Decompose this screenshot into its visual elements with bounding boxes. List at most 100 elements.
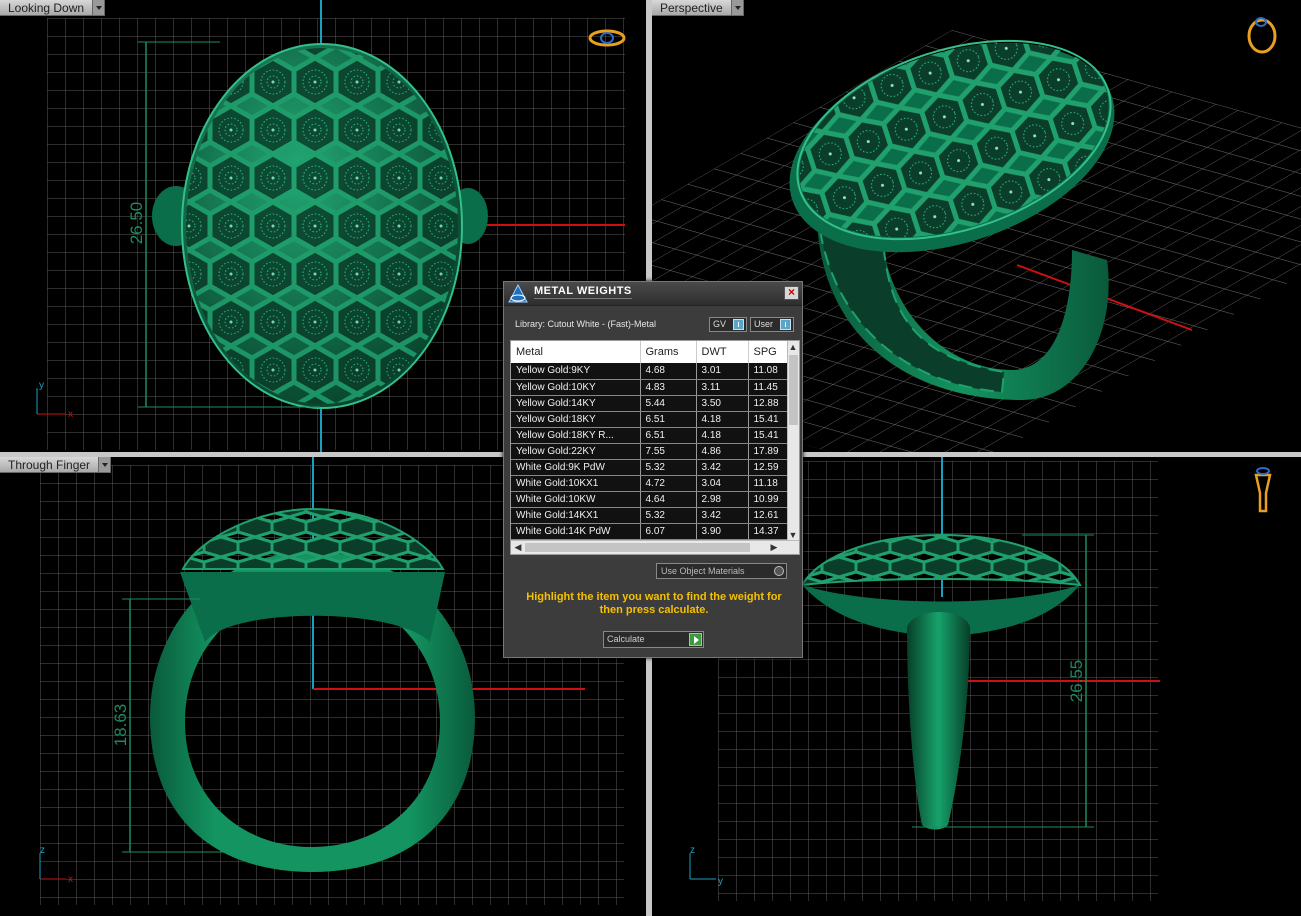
table-row[interactable]: White Gold:9K PdW 5.32 3.42 12.59 [511,459,789,476]
grams-cell: 6.51 [640,411,697,428]
ring-side-view-icon[interactable] [1254,467,1272,513]
column-header-grams[interactable]: Grams [640,341,697,363]
grams-cell: 5.32 [640,507,697,524]
dwt-cell: 3.90 [696,523,749,540]
viewport-menu-perspective[interactable]: Perspective [652,0,744,16]
table-row[interactable]: Yellow Gold:9KY 4.68 3.01 11.08 [511,363,789,380]
dwt-cell: 4.18 [696,411,749,428]
calculate-button[interactable]: Calculate [603,631,704,648]
play-icon [689,633,702,646]
spg-cell: 14.37 [748,523,789,540]
table-row[interactable]: Yellow Gold:18KY R... 6.51 4.18 15.41 [511,427,789,444]
column-header-spg[interactable]: SPG [748,341,789,363]
grams-cell: 6.51 [640,427,697,444]
axis-gizmo-z-label: z [40,845,45,856]
toggle-icon [733,319,744,330]
table-row[interactable]: Yellow Gold:10KY 4.83 3.11 11.45 [511,379,789,396]
spg-cell: 15.41 [748,411,789,428]
table-row[interactable]: White Gold:14KX1 5.32 3.42 12.61 [511,507,789,524]
close-icon: × [787,285,795,299]
metal-cell: White Gold:10KW [511,491,641,508]
viewport-menu-through-finger[interactable]: Through Finger [0,457,112,473]
metal-cell: Yellow Gold:10KY [511,379,641,396]
user-toggle[interactable]: User [750,317,794,332]
dwt-cell: 4.18 [696,427,749,444]
spg-cell: 12.59 [748,459,789,476]
grams-cell: 4.68 [640,363,697,380]
dwt-cell: 3.01 [696,363,749,380]
table-row[interactable]: White Gold:14K PdW 6.07 3.90 14.37 [511,523,789,540]
column-header-dwt[interactable]: DWT [696,341,749,363]
use-object-materials-label: Use Object Materials [661,566,745,576]
dialog-title: METAL WEIGHTS [534,285,632,299]
metal-cell: Yellow Gold:18KY R... [511,427,641,444]
gv-toggle[interactable]: GV [709,317,747,332]
grams-cell: 5.44 [640,395,697,412]
table-row[interactable]: Yellow Gold:22KY 7.55 4.86 17.89 [511,443,789,460]
spg-cell: 10.99 [748,491,789,508]
scroll-right-icon[interactable]: ▶ [769,542,779,552]
table-row[interactable]: White Gold:10KW 4.64 2.98 10.99 [511,491,789,508]
table-row[interactable]: Yellow Gold:18KY 6.51 4.18 15.41 [511,411,789,428]
metal-cell: Yellow Gold:14KY [511,395,641,412]
grams-cell: 4.83 [640,379,697,396]
user-label: User [754,319,774,329]
axis-gizmo-z-label: z [690,845,695,856]
hex-pattern [186,48,458,404]
spg-cell: 15.41 [748,427,789,444]
dwt-cell: 3.50 [696,395,749,412]
scroll-thumb[interactable] [789,355,798,425]
metal-cell: Yellow Gold:18KY [511,411,641,428]
table-row[interactable]: Yellow Gold:14KY 5.44 3.50 12.88 [511,395,789,412]
axis-gizmo-x-label: x [68,874,73,885]
metal-cell: Yellow Gold:9KY [511,363,641,380]
ring-perspective-icon[interactable] [1247,17,1277,54]
spg-cell: 11.18 [748,475,789,492]
calculate-label: Calculate [607,634,645,644]
chevron-down-icon[interactable] [730,0,743,15]
metal-cell: Yellow Gold:22KY [511,443,641,460]
dwt-cell: 3.11 [696,379,749,396]
dwt-cell: 3.42 [696,507,749,524]
spg-cell: 12.88 [748,395,789,412]
use-object-materials-toggle[interactable]: Use Object Materials [656,563,787,579]
metal-cell: White Gold:14K PdW [511,523,641,540]
grams-cell: 6.07 [640,523,697,540]
vertical-scrollbar[interactable]: ▲ ▼ [787,341,799,541]
grams-cell: 4.72 [640,475,697,492]
horizontal-scrollbar[interactable]: ◀ ▶ [511,540,799,554]
toggle-icon [780,319,791,330]
table-row[interactable]: White Gold:10KX1 4.72 3.04 11.18 [511,475,789,492]
scroll-down-icon[interactable]: ▼ [788,530,798,540]
grams-cell: 7.55 [640,443,697,460]
dimension-text: 18.63 [111,704,130,747]
spg-cell: 17.89 [748,443,789,460]
dimension-text: 26.55 [1067,660,1086,703]
dwt-cell: 3.42 [696,459,749,476]
axis-gizmo-x-label: x [68,409,73,420]
app-logo-icon [508,284,528,303]
metal-cell: White Gold:10KX1 [511,475,641,492]
library-label: Library: Cutout White - (Fast)-Metal [515,319,657,329]
spg-cell: 11.45 [748,379,789,396]
dwt-cell: 4.86 [696,443,749,460]
chevron-down-icon[interactable] [98,457,111,472]
dialog-titlebar[interactable]: METAL WEIGHTS × [504,282,802,306]
dimension-text: 26.50 [127,202,146,245]
column-header-metal[interactable]: Metal [511,341,641,363]
scroll-left-icon[interactable]: ◀ [513,542,523,552]
scroll-thumb[interactable] [525,543,750,552]
chevron-down-icon[interactable] [92,0,105,15]
radio-icon [774,566,784,576]
viewport-menu-looking-down[interactable]: Looking Down [0,0,106,16]
table-header: Metal Grams DWT SPG [511,341,789,363]
metal-cell: White Gold:14KX1 [511,507,641,524]
metal-weights-table[interactable]: Metal Grams DWT SPG Yellow Gold:9KY 4.68 3… [510,340,800,555]
close-button[interactable]: × [784,286,799,300]
spg-cell: 12.61 [748,507,789,524]
metal-cell: White Gold:9K PdW [511,459,641,476]
axis-gizmo-y-label: y [39,380,44,391]
gv-label: GV [713,319,727,329]
viewport-label: Perspective [660,1,723,15]
scroll-up-icon[interactable]: ▲ [788,342,798,352]
